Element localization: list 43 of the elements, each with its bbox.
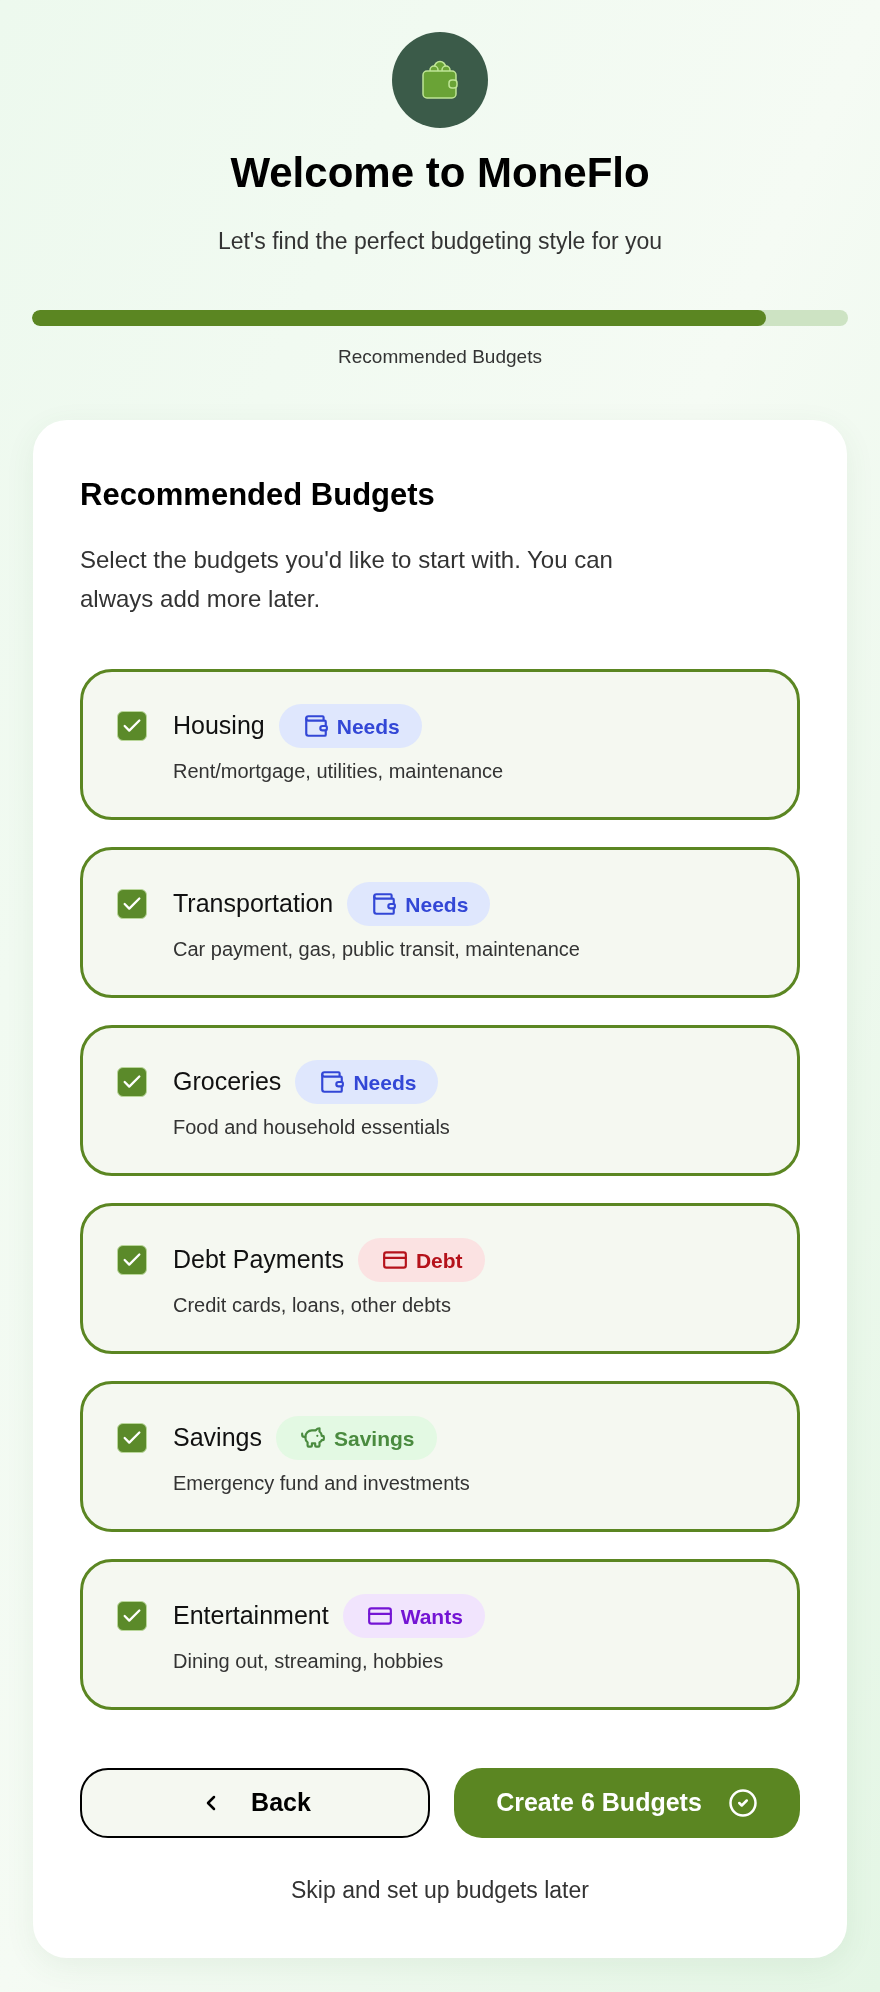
- category-label: Savings: [333, 1427, 415, 1449]
- category-label: Needs: [336, 715, 400, 737]
- budget-name: Savings: [173, 1422, 262, 1454]
- category-label: Needs: [353, 1071, 417, 1093]
- checkbox[interactable]: [117, 1245, 147, 1275]
- wallet-icon: [302, 713, 329, 739]
- budget-card[interactable]: Savings Savings Emergency fund and investments: [80, 1381, 800, 1532]
- budget-card[interactable]: Groceries Needs Food and household essentials: [80, 1025, 800, 1176]
- back-button[interactable]: Back: [80, 1768, 430, 1838]
- budget-name: Housing: [173, 710, 265, 742]
- budget-description: Rent/mortgage, utilities, maintenance: [173, 759, 505, 784]
- panel-description: Select the budgets you'd like to start with. You can always add more later.: [80, 545, 614, 614]
- checkbox[interactable]: [117, 1601, 147, 1631]
- panel-title: Recommended Budgets: [80, 477, 436, 513]
- piggy-bank-icon: [299, 1425, 326, 1451]
- category-label: Wants: [400, 1605, 463, 1627]
- checkbox[interactable]: [117, 1423, 147, 1453]
- budget-card[interactable]: Housing Needs Rent/mortgage, utilities, maintenance: [80, 669, 800, 820]
- welcome-title: Welcome to MoneFlo: [230, 148, 650, 198]
- budget-name: Groceries: [173, 1066, 282, 1098]
- progress-step-label: Recommended Budgets: [338, 345, 542, 369]
- budget-card[interactable]: Entertainment Wants Dining out, streaming, hobbies: [80, 1559, 800, 1710]
- budget-description: Emergency fund and investments: [173, 1471, 471, 1496]
- category-label: Needs: [405, 893, 469, 915]
- budget-name: Debt Payments: [173, 1244, 344, 1276]
- budget-card[interactable]: Transportation Needs Car payment, gas, public transit, maintenance: [80, 847, 800, 998]
- budget-name: Transportation: [173, 888, 334, 920]
- checkbox[interactable]: [117, 711, 147, 741]
- budget-description: Dining out, streaming, hobbies: [173, 1649, 445, 1674]
- category-label: Debt: [415, 1249, 463, 1271]
- budget-card[interactable]: Debt Payments Debt Credit cards, loans, other debts: [80, 1203, 800, 1354]
- budget-name: Entertainment: [173, 1600, 329, 1632]
- wallet-icon: [319, 1069, 346, 1095]
- budget-description: Credit cards, loans, other debts: [173, 1293, 452, 1318]
- check-circle-icon: [727, 1788, 758, 1818]
- budget-description: Food and household essentials: [173, 1115, 451, 1140]
- checkbox[interactable]: [117, 1067, 147, 1097]
- create-budgets-button[interactable]: Create 6 Budgets: [454, 1768, 800, 1838]
- budget-description: Car payment, gas, public transit, maintenance: [173, 937, 581, 962]
- skip-link[interactable]: Skip and set up budgets later: [291, 1875, 589, 1905]
- checkbox[interactable]: [117, 889, 147, 919]
- welcome-subtitle: Let's find the perfect budgeting style for you: [217, 227, 663, 256]
- wallet-icon: [371, 891, 398, 917]
